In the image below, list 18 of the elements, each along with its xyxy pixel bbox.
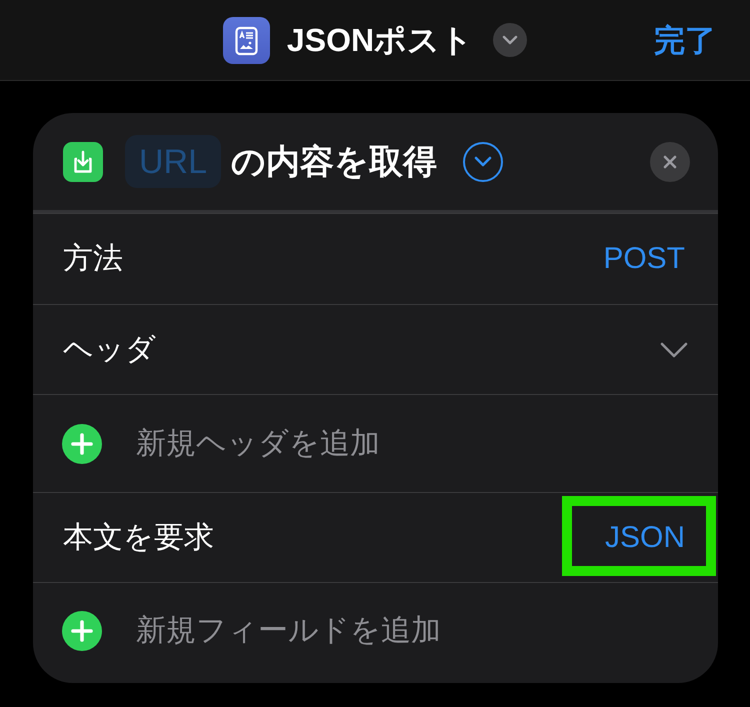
add-row-label[interactable]: 新規フィールドを追加: [136, 616, 441, 646]
document-icon[interactable]: [222, 16, 270, 64]
chevron-down-icon[interactable]: [660, 342, 688, 358]
action-title: の内容を取得: [231, 144, 438, 178]
download-icon: [63, 142, 103, 182]
chevron-down-icon[interactable]: [493, 23, 528, 57]
row-value[interactable]: POST: [603, 244, 685, 274]
row-label: ヘッダ: [63, 334, 156, 364]
row-label: 本文を要求: [63, 522, 214, 552]
plus-icon[interactable]: [62, 424, 102, 464]
close-icon[interactable]: [650, 142, 690, 182]
add-row-label[interactable]: 新規ヘッダを追加: [136, 428, 380, 458]
window-title: JSONポスト: [286, 24, 474, 56]
row-value[interactable]: JSON: [604, 522, 685, 552]
plus-icon[interactable]: [62, 611, 102, 651]
done-button[interactable]: 完了: [654, 24, 716, 56]
chevron-down-icon[interactable]: [463, 142, 504, 182]
row-label: 方法: [63, 244, 123, 274]
